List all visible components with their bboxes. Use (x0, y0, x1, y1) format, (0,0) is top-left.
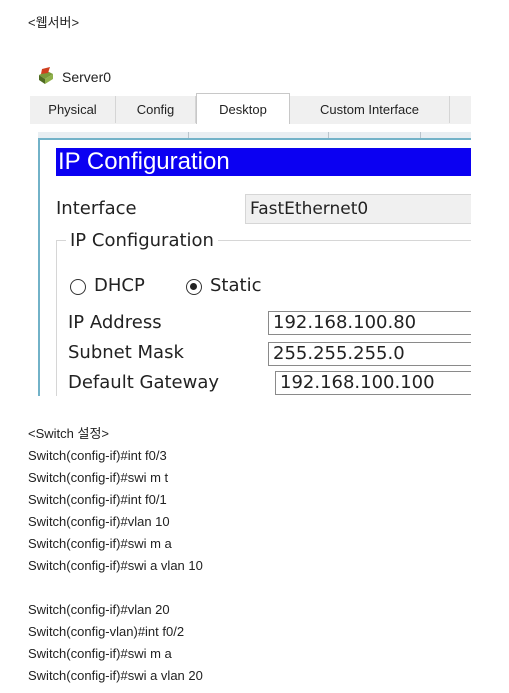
command-line: Switch(config-if)#swi a vlan 10 (28, 558, 203, 573)
interface-label: Interface (56, 198, 137, 219)
server-icon (36, 67, 56, 87)
ip-config-group-title: IP Configuration (66, 230, 218, 251)
command-line: Switch(config-if)#int f0/1 (28, 492, 167, 507)
static-radio[interactable] (186, 279, 202, 295)
tab-custom-interface[interactable]: Custom Interface (290, 96, 450, 123)
subnet-mask-input[interactable]: 255.255.255.0 (268, 342, 471, 366)
web-server-heading: <웹서버> (28, 15, 80, 30)
command-line: Switch(config-if)#int f0/3 (28, 448, 167, 463)
command-line: Switch(config-if)#swi m t (28, 470, 169, 485)
window-title-bar: Server0 (36, 66, 111, 88)
subnet-mask-label: Subnet Mask (68, 342, 184, 363)
ip-config-header: IP Configuration (56, 148, 471, 176)
static-label: Static (210, 275, 262, 296)
interface-select[interactable]: FastEthernet0 (245, 194, 471, 224)
tab-physical[interactable]: Physical (30, 96, 116, 123)
command-line: Switch(config-if)#swi m a (28, 646, 172, 661)
command-line: Switch(config-if)#vlan 10 (28, 514, 170, 529)
ip-address-label: IP Address (68, 312, 162, 333)
command-line: Switch(config-if)#swi m a (28, 536, 172, 551)
window-title: Server0 (62, 69, 112, 85)
ip-address-input[interactable]: 192.168.100.80 (268, 311, 471, 335)
ip-config-dialog: IP Configuration Interface FastEthernet0… (38, 138, 471, 396)
switch-heading: <Switch 설정> (28, 426, 110, 441)
desktop-panel: IP Configuration Interface FastEthernet0… (30, 124, 471, 396)
tab-config[interactable]: Config (116, 96, 196, 123)
command-line: Switch(config-if)#swi a vlan 20 (28, 668, 203, 683)
dhcp-radio[interactable] (70, 279, 86, 295)
packet-tracer-window: Server0 Physical Config Desktop Custom I… (30, 62, 471, 396)
default-gateway-input[interactable]: 192.168.100.100 (275, 371, 471, 395)
tab-desktop[interactable]: Desktop (196, 93, 290, 124)
command-line: Switch(config-vlan)#int f0/2 (28, 624, 185, 639)
command-line: Switch(config-if)#vlan 20 (28, 602, 170, 617)
dhcp-label: DHCP (94, 275, 145, 296)
tab-bar: Physical Config Desktop Custom Interface (30, 93, 471, 125)
switch-config-notes: <Switch 설정> Switch(config-if)#int f0/3 S… (28, 423, 203, 687)
default-gateway-label: Default Gateway (68, 372, 220, 393)
